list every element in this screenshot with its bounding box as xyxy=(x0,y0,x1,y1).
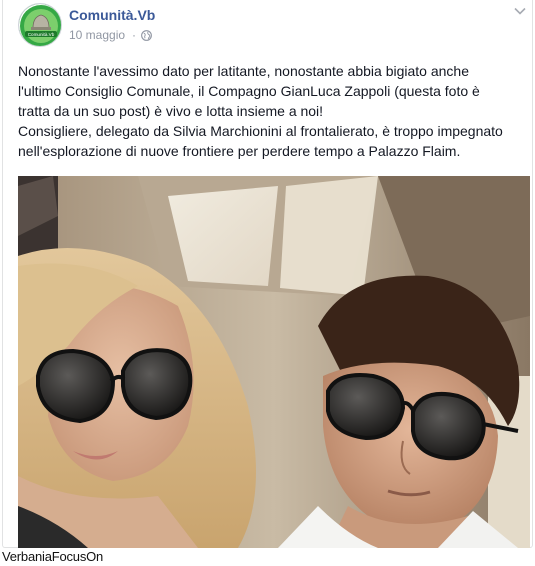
post-photo[interactable] xyxy=(18,176,530,548)
page-avatar[interactable]: Comunità.Vb xyxy=(18,3,62,47)
post-text-line: Consigliere, delegato da Silvia Marchion… xyxy=(18,123,503,139)
post-text-line: l'ultimo Consiglio Comunale, il Compagno… xyxy=(18,83,480,99)
author-name-link[interactable]: Comunità.Vb xyxy=(69,7,155,23)
post-card: Comunità.Vb Comunità.Vb 10 maggio · Nono… xyxy=(2,0,533,548)
post-body: Nonostante l'avessimo dato per latitante… xyxy=(18,61,518,161)
post-date-link[interactable]: 10 maggio xyxy=(69,28,125,42)
selfie-photo-image xyxy=(18,176,530,548)
meta-separator: · xyxy=(132,28,136,42)
post-options-button[interactable] xyxy=(512,4,528,18)
watermark-text: VerbaniaFocusOn xyxy=(2,549,104,564)
globe-icon[interactable] xyxy=(141,30,152,41)
post-text-line: Nonostante l'avessimo dato per latitante… xyxy=(18,63,469,79)
avatar-label: Comunità.Vb xyxy=(28,32,55,37)
post-text-line: tratta da un suo post) è vivo e lotta in… xyxy=(18,103,324,119)
chevron-down-icon xyxy=(514,7,526,15)
post-text-line: nell'esplorazione di nuove frontiere per… xyxy=(18,143,461,159)
